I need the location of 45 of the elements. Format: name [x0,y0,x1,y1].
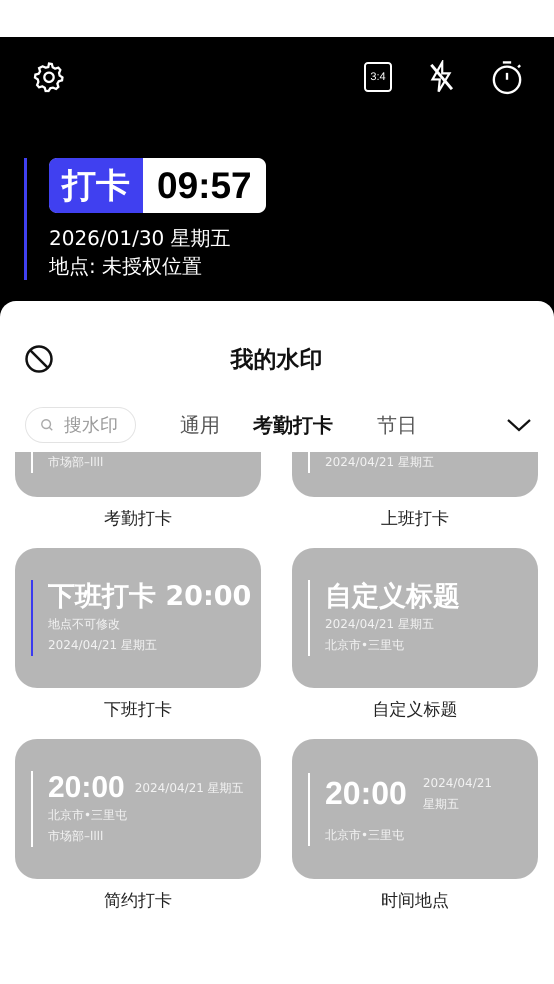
watermark-line: 地点不可修改 [48,616,121,633]
punch-time: 09:57 [156,164,253,208]
watermark-line: 市场部–llll [48,454,104,471]
stopwatch-icon [490,59,524,95]
sheet-title: 我的水印 [230,346,322,374]
watermark-card[interactable]: 下班打卡 20:00 地点不可修改 2024/04/21 星期五 [15,548,261,688]
watermark-card[interactable]: 市场部–llll [15,452,261,497]
watermark-line: 北京市•三里屯 [48,807,128,824]
category-tab[interactable]: 节日 [377,412,417,438]
chevron-down-icon [506,417,532,433]
aspect-ratio-button[interactable]: 3:4 [364,62,392,92]
settings-button[interactable] [32,60,66,94]
watermark-card[interactable]: 20:00 2024/04/21 星期五 北京市•三里屯 市场部–llll [15,739,261,879]
watermark-title: 下班打卡 20:00 [48,580,252,614]
search-field[interactable]: 搜水印 [25,407,136,443]
watermark-name: 上班打卡 [381,508,449,530]
watermark-name: 下班打卡 [104,699,172,721]
watermark-line: 北京市•三里屯 [325,637,406,654]
search-icon [40,418,54,432]
watermark-line: 2024/04/21 星期五 [325,616,435,633]
watermark-name: 简约打卡 [104,890,172,912]
watermark-card[interactable]: 2024/04/21 星期五 [292,452,538,497]
watermark-time: 20:00 [48,771,125,805]
watermark-date: 2024/04/21 星期五 [422,774,494,812]
watermark-line: 北京市•三里屯 [325,826,406,844]
watermark-line: 市场部–llll [48,828,104,845]
watermark-location: 地点: 未授权位置 [49,253,204,280]
prohibited-icon [24,344,54,374]
watermark-name: 考勤打卡 [104,508,172,530]
expand-button[interactable] [506,417,532,433]
category-tab[interactable]: 通用 [180,412,220,438]
watermark-time: 20:00 [325,775,407,812]
timer-button[interactable] [490,59,524,95]
category-tab[interactable]: 考勤打卡 [253,412,333,438]
settings-icon [32,60,66,94]
watermark-title: 自定义标题 [325,580,460,614]
punch-tag: 打卡 [49,158,143,213]
watermark-name: 时间地点 [381,890,449,912]
watermark-date: 2024/04/21 星期五 [134,780,244,796]
watermark-card[interactable]: 20:00 2024/04/21 星期五 北京市•三里屯 [292,739,538,879]
watermark-name: 自定义标题 [372,699,458,721]
watermark-card[interactable]: 自定义标题 2024/04/21 星期五 北京市•三里屯 [292,548,538,688]
watermark-line: 2024/04/21 星期五 [48,637,158,654]
watermark-line: 2024/04/21 星期五 [325,454,434,471]
watermark-date: 2026/01/30 星期五 [49,225,232,252]
